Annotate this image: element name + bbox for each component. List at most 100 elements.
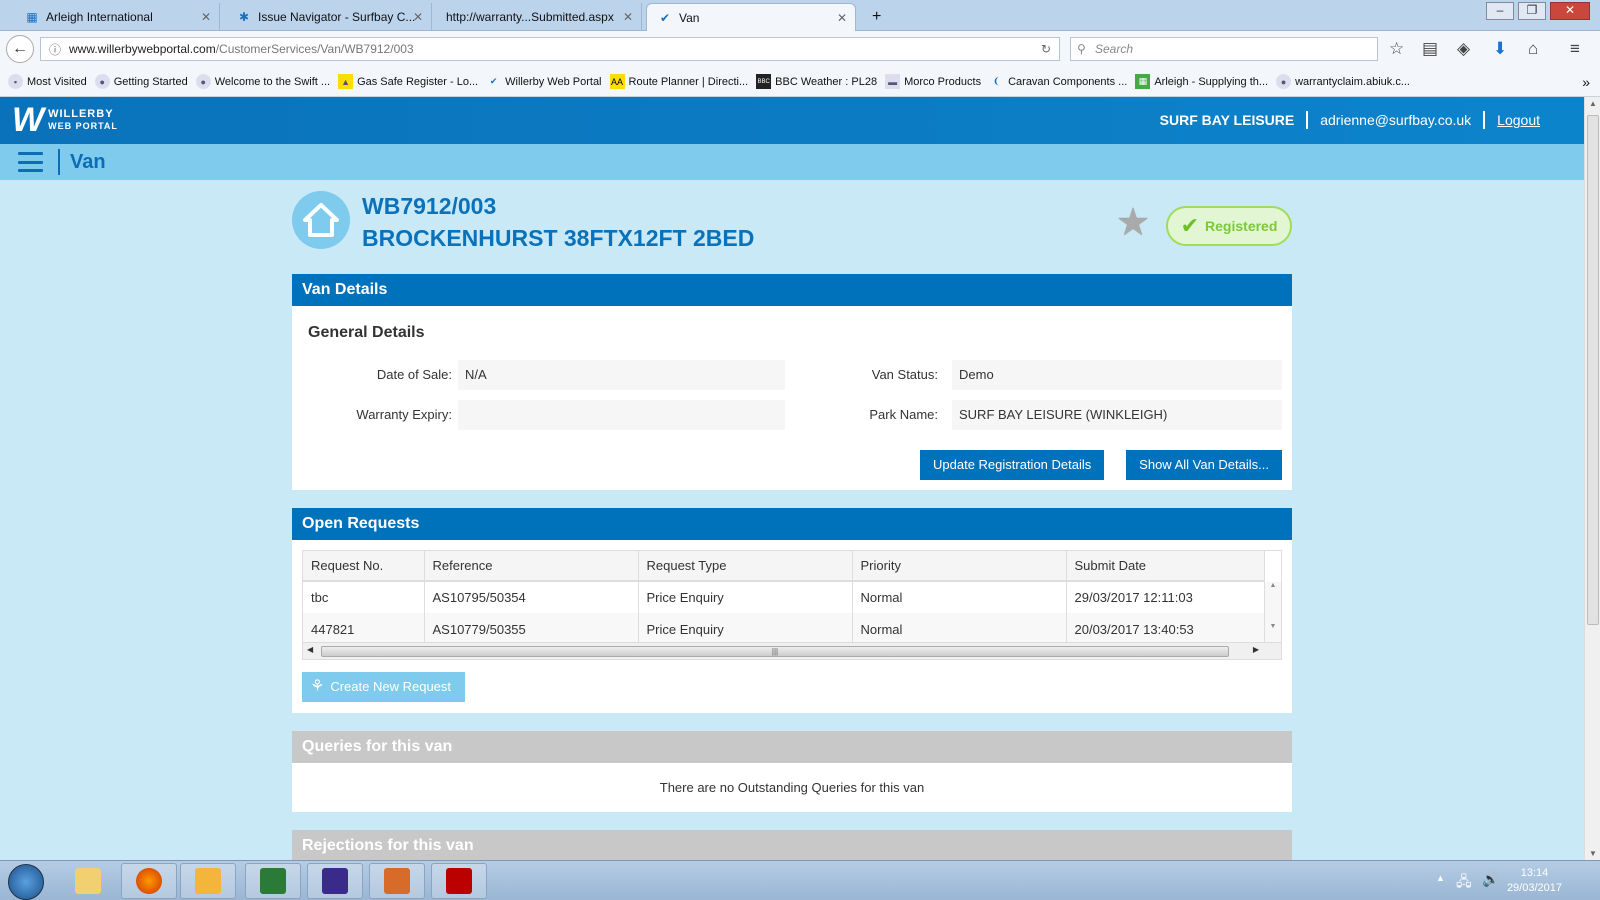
favourite-star-icon[interactable]: ★ — [1116, 204, 1150, 242]
reference: AS10779/50355 — [424, 613, 639, 645]
search-input[interactable]: ⚲ Search — [1070, 37, 1378, 61]
tab-warranty[interactable]: http://warranty...Submitted.aspx ✕ — [436, 3, 642, 31]
explorer-taskbar-icon[interactable] — [60, 863, 116, 899]
show-all-van-details-button[interactable]: Show All Van Details... — [1126, 450, 1282, 480]
url-bar[interactable]: ⓘ www.willerbywebportal.com/CustomerServi… — [40, 37, 1060, 61]
date-of-sale-label: Date of Sale: — [376, 367, 452, 382]
close-icon[interactable]: ✕ — [837, 11, 847, 25]
close-icon[interactable]: ✕ — [201, 10, 211, 24]
willerby-icon: ✔ — [489, 76, 498, 86]
user-bar: SURF BAY LEISURE adrienne@surfbay.co.uk … — [1160, 111, 1540, 129]
info-icon[interactable]: ⓘ — [49, 41, 61, 58]
globe-icon: ● — [94, 74, 110, 89]
menu-icon[interactable]: ≡ — [1570, 39, 1580, 59]
pocket-icon[interactable]: ◈ — [1457, 39, 1470, 59]
bookmark-item[interactable]: AA Route Planner | Directi... — [609, 74, 748, 89]
windows-taskbar: ▲ 🖧 🔊 13:14 29/03/2017 — [0, 860, 1600, 900]
reload-icon[interactable]: ↻ — [1041, 42, 1051, 56]
firefox-taskbar-icon[interactable] — [121, 863, 177, 899]
aa-icon: AA — [609, 74, 625, 89]
request-type: Price Enquiry — [638, 613, 853, 645]
acrobat-taskbar-icon[interactable] — [431, 863, 487, 899]
jira-icon: ✱ — [238, 10, 250, 24]
tab-van[interactable]: ✔ Van ✕ — [646, 3, 856, 31]
sage-taskbar-icon[interactable] — [245, 863, 301, 899]
update-registration-button[interactable]: Update Registration Details — [920, 450, 1105, 480]
close-icon[interactable]: ✕ — [413, 10, 423, 24]
tab-arleigh[interactable]: ▦ Arleigh International ✕ — [14, 3, 220, 31]
outlook-taskbar-icon[interactable] — [180, 863, 236, 899]
arleigh-icon: ▦ — [1135, 74, 1151, 89]
request-icon: ⚘ — [310, 678, 325, 695]
bookmark-item[interactable]: ● Welcome to the Swift ... — [195, 74, 330, 89]
hamburger-menu-icon[interactable] — [18, 152, 43, 172]
back-button[interactable]: ← — [6, 35, 34, 63]
caravan-components-icon: ❨ — [992, 76, 1001, 86]
table-row[interactable]: tbc AS10795/50354 Price Enquiry Normal 2… — [303, 581, 1265, 613]
bookmark-item[interactable]: ▪ Most Visited — [8, 74, 87, 89]
search-icon: ⚲ — [1077, 42, 1086, 56]
tab-issue-navigator[interactable]: ✱ Issue Navigator - Surfbay C... ✕ — [226, 3, 432, 31]
network-icon[interactable]: 🖧 — [1456, 871, 1472, 895]
bookmark-item[interactable]: ● warrantyclaim.abiuk.c... — [1276, 74, 1410, 89]
user-email: adrienne@surfbay.co.uk — [1320, 112, 1472, 128]
bookmark-item[interactable]: ❨ Caravan Components ... — [989, 74, 1128, 89]
bookmark-star-icon[interactable]: ☆ — [1389, 39, 1404, 59]
queries-header: Queries for this van — [292, 731, 1292, 763]
van-status-value: Demo — [952, 360, 1282, 390]
bookmark-item[interactable]: ▬ Morco Products — [885, 74, 981, 89]
close-icon[interactable]: ✕ — [623, 10, 633, 24]
scrollbar-thumb[interactable]: ||| — [321, 646, 1229, 657]
bookmark-item[interactable]: ▲ Gas Safe Register - Lo... — [338, 74, 478, 89]
page-subheader: Van — [0, 144, 1584, 180]
page-scrollbar[interactable]: ▲ ▼ — [1584, 97, 1600, 860]
minimize-button[interactable]: – — [1486, 2, 1514, 20]
house-icon — [292, 191, 350, 249]
download-icon[interactable]: ⬇ — [1493, 39, 1507, 59]
column-header[interactable]: Submit Date — [1066, 551, 1265, 582]
table-horizontal-scrollbar[interactable]: ◀ ||| ▶ — [303, 642, 1281, 659]
column-header[interactable]: Priority — [852, 551, 1067, 582]
globe-icon: ● — [195, 74, 211, 89]
bookmark-item[interactable]: ● Getting Started — [94, 74, 188, 89]
table-row[interactable]: 447821 AS10779/50355 Price Enquiry Norma… — [303, 613, 1265, 645]
close-window-button[interactable]: ✕ — [1550, 2, 1590, 20]
column-header[interactable]: Reference — [424, 551, 639, 582]
general-details-heading: General Details — [308, 324, 425, 341]
arleigh-icon: ▦ — [26, 10, 38, 24]
bookmark-item[interactable]: BBC BBC Weather : PL28 — [756, 74, 877, 89]
request-no: tbc — [303, 581, 425, 613]
bookmark-item[interactable]: ✔ Willerby Web Portal — [486, 74, 602, 89]
calendar-app-taskbar-icon[interactable] — [307, 863, 363, 899]
globe-icon: ● — [1276, 74, 1292, 89]
restore-button[interactable]: ❐ — [1518, 2, 1546, 20]
bookmarks-bar: ▪ Most Visited ● Getting Started ● Welcome … — [0, 67, 1600, 97]
van-model: BROCKENHURST 38FTX12FT 2BED — [362, 225, 755, 251]
home-icon[interactable]: ⌂ — [1528, 39, 1538, 59]
new-tab-button[interactable]: + — [862, 3, 891, 31]
logout-link[interactable]: Logout — [1497, 112, 1540, 128]
system-clock[interactable]: 13:14 29/03/2017 — [1507, 866, 1562, 896]
open-requests-header: Open Requests — [292, 508, 1292, 540]
more-bookmarks-icon[interactable]: » — [1582, 74, 1590, 90]
van-id: WB7912/003 — [362, 193, 497, 219]
gas-safe-icon: ▲ — [338, 74, 354, 89]
navigation-bar: ← ⓘ www.willerbywebportal.com/CustomerSer… — [0, 31, 1600, 67]
reading-list-icon[interactable]: ▤ — [1422, 39, 1438, 59]
open-requests-panel: Open Requests Request No. Reference Requ… — [292, 508, 1292, 713]
willerby-logo[interactable]: W WILLERBY WEB PORTAL — [12, 103, 118, 137]
bookmark-item[interactable]: ▦ Arleigh - Supplying th... — [1135, 74, 1268, 89]
create-new-request-button[interactable]: ⚘ Create New Request — [302, 672, 466, 702]
column-header[interactable]: Request No. — [303, 551, 425, 582]
priority: Normal — [852, 581, 1067, 613]
warranty-expiry-value — [458, 400, 785, 430]
bookmark-icon: ▪ — [8, 74, 23, 89]
volume-icon[interactable]: 🔊 — [1482, 871, 1499, 888]
contacts-taskbar-icon[interactable] — [369, 863, 425, 899]
start-button[interactable] — [8, 864, 44, 900]
scrollbar-thumb[interactable] — [1587, 115, 1599, 625]
column-header[interactable]: Request Type — [638, 551, 853, 582]
show-hidden-icons[interactable]: ▲ — [1436, 873, 1445, 883]
table-vertical-scrollbar[interactable]: ▲ ▼ — [1265, 582, 1281, 644]
rejections-panel: Rejections for this van — [292, 830, 1292, 862]
